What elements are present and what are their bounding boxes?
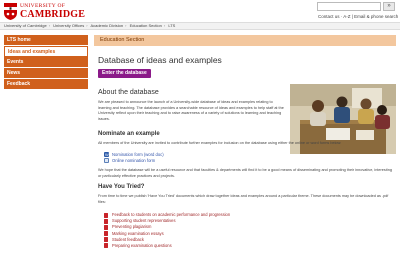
document-link[interactable]: Marking examination essays [112, 231, 164, 236]
page-title: Database of ideas and examples [98, 55, 222, 65]
sidebar-item-lts-home[interactable]: LTS home [4, 35, 88, 46]
breadcrumb-separator: › [163, 23, 166, 28]
sidebar-item-news[interactable]: News [4, 68, 88, 79]
top-links[interactable]: Contact us · A-Z | Email & phone search [318, 14, 398, 19]
word-document-icon: W [104, 152, 109, 157]
sidebar-item-events[interactable]: Events [4, 57, 88, 68]
pdf-icon [104, 224, 108, 230]
document-link[interactable]: Student feedback [112, 237, 144, 242]
search-input[interactable] [317, 2, 381, 11]
document-link[interactable]: Supporting student representatives [112, 218, 176, 223]
pdf-icon [104, 212, 108, 218]
breadcrumb-item[interactable]: University Offices [53, 23, 84, 28]
breadcrumb-separator: › [125, 23, 127, 28]
university-shield-icon[interactable] [4, 3, 17, 20]
breadcrumb-item[interactable]: LTS [168, 23, 175, 28]
university-logo[interactable]: UNIVERSITY OF CAMBRIDGE [20, 3, 86, 20]
sidebar-nav: LTS home Ideas and examples Events News … [4, 35, 88, 90]
document-link[interactable]: Feedback to students on academic perform… [112, 212, 230, 217]
search-button[interactable]: » [383, 2, 395, 11]
breadcrumb: University of Cambridge › University Offi… [0, 22, 400, 30]
have-you-tried-paragraph: From time to time we publish 'Have You T… [98, 194, 389, 204]
document-link[interactable]: Preparing examination questions [112, 243, 172, 248]
enter-database-button[interactable]: Enter the database [98, 69, 151, 78]
online-nomination-form-link[interactable]: Online nomination form [112, 158, 155, 163]
list-item[interactable]: Preparing examination questions [104, 243, 230, 249]
breadcrumb-separator: › [86, 23, 88, 28]
breadcrumb-item[interactable]: Education Section [130, 23, 162, 28]
nominate-heading: Nominate an example [98, 131, 160, 137]
pdf-icon [104, 237, 108, 243]
document-list: Feedback to students on academic perform… [104, 212, 230, 249]
hope-paragraph: We hope that the database will be a usef… [98, 168, 392, 178]
nominate-paragraph: All members of the University are invite… [98, 141, 342, 145]
svg-text:W: W [105, 152, 109, 157]
breadcrumb-item[interactable]: Academic Division [90, 23, 123, 28]
about-paragraph: We are pleased to announce the launch of… [98, 100, 284, 121]
pdf-icon [104, 218, 108, 224]
pdf-icon [104, 243, 108, 249]
sidebar-item-ideas-and-examples[interactable]: Ideas and examples [4, 46, 88, 57]
online-form-icon [104, 158, 109, 163]
logo-line-2: CAMBRIDGE [20, 8, 86, 20]
document-link[interactable]: Preventing plagiarism [112, 224, 151, 229]
about-heading: About the database [98, 89, 159, 96]
pdf-icon [104, 231, 108, 237]
breadcrumb-separator: › [48, 23, 51, 28]
word-nomination-form-link[interactable]: Nomination form (word doc) [112, 152, 164, 157]
section-banner: Education Section [94, 35, 396, 46]
have-you-tried-heading: Have You Tried? [98, 184, 145, 190]
sidebar-item-feedback[interactable]: Feedback [4, 79, 88, 90]
breadcrumb-item[interactable]: University of Cambridge [4, 23, 47, 28]
